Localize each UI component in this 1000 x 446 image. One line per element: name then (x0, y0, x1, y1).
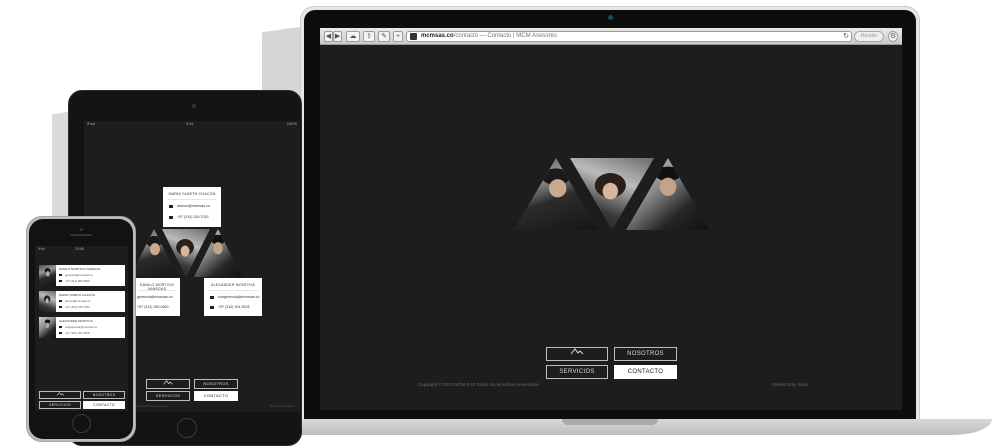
mcm-logo-icon (570, 348, 584, 355)
tablet-home-button[interactable] (177, 418, 197, 438)
email-icon (59, 326, 62, 329)
nav-servicios[interactable]: SERVICIOS (546, 365, 608, 379)
laptop-screen: ◀ ▶ ☁ ⇪ ✎ + mcmsas.co/contacto — Contact… (320, 28, 902, 410)
nav-contacto[interactable]: CONTACTO (194, 391, 238, 401)
laptop-notch (562, 419, 658, 425)
contact-email[interactable]: gerencia@mcmsas.co (137, 295, 173, 299)
home-logo-button[interactable] (546, 347, 608, 361)
footer-credit[interactable]: Diseño Emy Sans (270, 404, 294, 408)
contact-name: ALEXANDER MONTOYA (59, 319, 93, 323)
mcm-logo-icon (56, 392, 64, 396)
phone-camera (80, 228, 83, 231)
contact-email[interactable]: subgerencia@mcmsas.co (218, 295, 259, 299)
bookmarks-icon[interactable]: ✎ (378, 31, 390, 42)
back-icon[interactable]: ◀ (324, 31, 333, 42)
contact-card: ALEXANDER MONTOYA subgerencia@mcmsas.co … (39, 317, 125, 338)
nav-servicios[interactable]: SERVICIOS (146, 391, 190, 401)
share-icon[interactable]: ⇪ (363, 31, 375, 42)
browser-toolbar: ◀ ▶ ☁ ⇪ ✎ + mcmsas.co/contacto — Contact… (320, 28, 902, 45)
contact-name: MARIA YANETH CHACÓN (59, 293, 95, 297)
device-mockup-stage: ◀ ▶ ☁ ⇪ ✎ + mcmsas.co/contacto — Contact… (0, 0, 1000, 446)
status-carrier: iPad (87, 121, 96, 126)
contact-phone[interactable]: +57 (310) 301 5578 (218, 305, 249, 309)
contact-card: ALEXANDER MONTOYA subgerencia@mcmsas.co … (204, 278, 262, 316)
contact-phone[interactable]: +57 (312) 383 0660 (65, 279, 90, 283)
nav-nosotros[interactable]: NOSOTROS (614, 347, 677, 361)
email-icon (210, 295, 214, 299)
settings-icon[interactable]: ⚙ (888, 31, 898, 42)
contact-card: DANILO MORTIGO VANEGAS gerencia@mcmsas.c… (39, 265, 125, 286)
status-time: 23:48 (75, 247, 84, 251)
contact-photo (39, 291, 56, 312)
contact-card: DANILO MORTIGO VANEGAS gerencia@mcmsas.c… (134, 278, 180, 316)
url-domain: mcmsas.co (421, 33, 454, 39)
contact-card: MARIA YANETH CHACÓN admon@mcmsas.co +57 … (39, 291, 125, 312)
email-icon (169, 204, 173, 208)
favicon-icon (410, 33, 417, 40)
contact-name: DANILO MORTIGO VANEGAS (59, 267, 101, 271)
contact-email[interactable]: gerencia@mcmsas.co (65, 273, 93, 277)
phone-screen: iPod 23:48 DANILO MORTIGO VANEGAS gerenc… (35, 246, 128, 411)
phone-icon (59, 306, 62, 309)
phone-icon (59, 332, 62, 335)
phone-icon (210, 305, 214, 309)
add-tab-icon[interactable]: + (393, 31, 403, 42)
phone-icon (59, 280, 62, 283)
status-battery: 100% (286, 121, 297, 126)
contact-email[interactable]: admon@mcmsas.co (65, 299, 91, 303)
contact-card: MARIA YANETH CHACÓN admon@mcmsas.co +57 … (163, 187, 221, 227)
home-logo-button[interactable] (146, 379, 190, 389)
contact-email[interactable]: admon@mcmsas.co (177, 204, 210, 208)
contact-phone[interactable]: +57 (310) 316 7033 (177, 215, 208, 219)
nav-nosotros[interactable]: NOSOTROS (83, 391, 125, 399)
phone-status-bar: iPod 23:48 (35, 246, 128, 253)
nav-contacto[interactable]: CONTACTO (83, 401, 125, 409)
footer-credit[interactable]: Diseño Emy Sans (772, 382, 808, 387)
phone-speaker (70, 234, 92, 236)
contact-name: ALEXANDER MONTOYA (210, 283, 255, 287)
email-icon (59, 274, 62, 277)
nav-contacto[interactable]: CONTACTO (614, 365, 677, 379)
email-icon (59, 300, 62, 303)
reader-button[interactable]: Reader (854, 31, 884, 42)
phone-icon (169, 215, 173, 219)
contact-name: MARIA YANETH CHACÓN (168, 192, 216, 196)
address-bar[interactable]: mcmsas.co/contacto — Contacto | MCM Ases… (406, 31, 852, 42)
status-carrier: iPod (38, 247, 46, 251)
nav-nosotros[interactable]: NOSOTROS (194, 379, 238, 389)
contact-phone[interactable]: +57 (312) 383 0660 (137, 305, 168, 309)
url-title: /contacto — Contacto | MCM Asesores (453, 33, 557, 39)
tablet-status-bar: iPad 9:41 100% (84, 121, 300, 127)
contact-email[interactable]: subgerencia@mcmsas.co (65, 325, 97, 329)
home-logo-button[interactable] (39, 391, 81, 399)
contact-photo (39, 317, 56, 338)
nav-servicios[interactable]: SERVICIOS (39, 401, 81, 409)
footer-copyright: Copyright © 2013 MCM SAS Todos los derec… (418, 382, 541, 387)
laptop-camera (608, 15, 613, 20)
contact-phone[interactable]: +57 (310) 316 7033 (65, 305, 90, 309)
mcm-logo-icon (163, 380, 173, 385)
tablet-camera (192, 104, 196, 108)
refresh-icon[interactable]: ↻ (842, 32, 850, 41)
forward-icon[interactable]: ▶ (333, 31, 342, 42)
cloud-icon[interactable]: ☁ (346, 31, 360, 42)
contact-photo (39, 265, 56, 286)
contact-phone[interactable]: +57 (310) 301 5578 (65, 331, 90, 335)
phone-home-button[interactable] (72, 414, 91, 433)
status-time: 9:41 (186, 121, 194, 126)
